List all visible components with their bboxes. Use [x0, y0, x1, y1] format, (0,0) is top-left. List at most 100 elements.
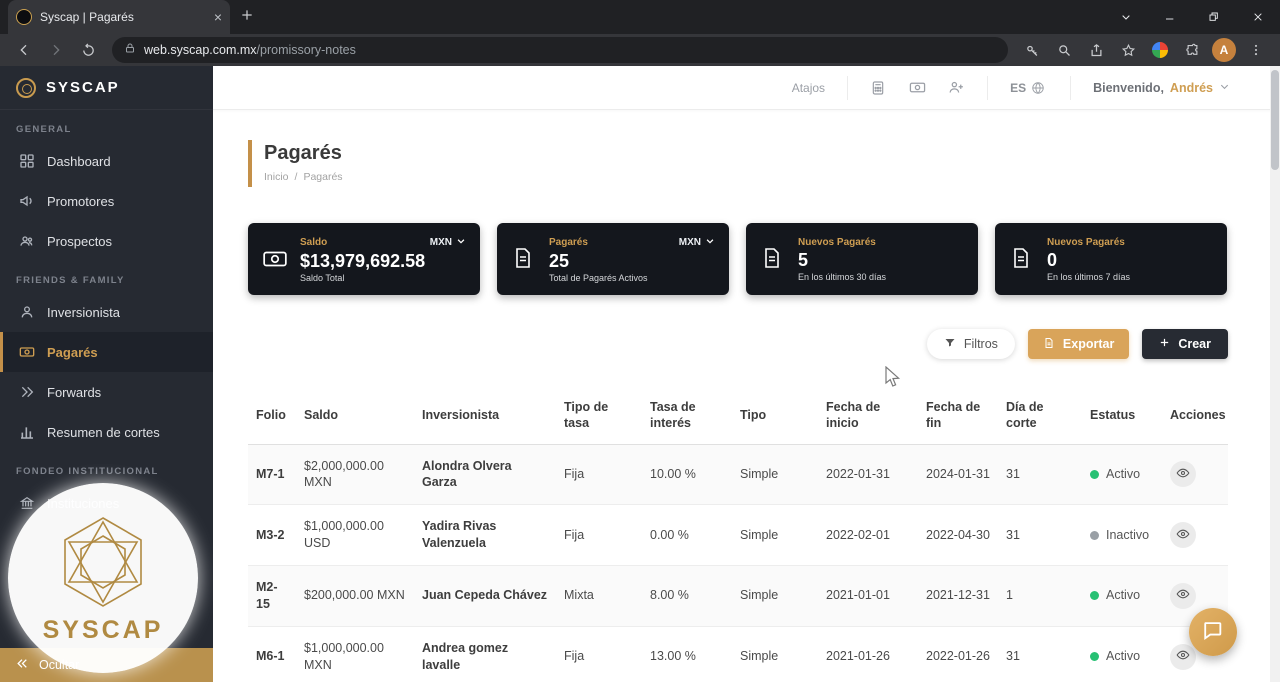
col-fecha-de-fin: Fecha de fin — [918, 387, 998, 445]
col-tipo-de-tasa: Tipo de tasa — [556, 387, 642, 445]
browser-tab[interactable]: Syscap | Pagarés × — [8, 0, 230, 34]
stat-card-saldo: Saldo MXN $13,979,692.58 Saldo Total — [248, 223, 480, 295]
sidebar-item-pagares[interactable]: Pagarés — [0, 332, 213, 372]
page-scrollbar[interactable] — [1270, 66, 1280, 682]
forward-icon[interactable] — [42, 37, 70, 63]
stat-sub: Total de Pagarés Activos — [549, 272, 648, 283]
stat-sub: Saldo Total — [300, 272, 345, 283]
col-tipo: Tipo — [732, 387, 818, 445]
url-bar[interactable]: web.syscap.com.mx/promissory-notes — [112, 37, 1008, 63]
restore-button[interactable] — [1192, 0, 1236, 34]
col-tasa-de-interes: Tasa de interés — [642, 387, 732, 445]
user-menu[interactable]: Bienvenido, Andrés — [1093, 81, 1230, 95]
stat-value: 25 — [549, 250, 570, 271]
view-row-button[interactable] — [1170, 461, 1196, 488]
currency-selector[interactable]: MXN — [430, 236, 466, 249]
chevron-down-icon — [705, 236, 715, 249]
banknote-icon — [19, 344, 36, 361]
url-text: web.syscap.com.mx/promissory-notes — [144, 43, 356, 57]
document-icon — [511, 246, 537, 272]
table-row: M6-1 $1,000,000.00 MXN Andrea gomez lava… — [248, 626, 1228, 682]
sidebar-item-forwards[interactable]: Forwards — [0, 372, 213, 412]
cash-shortcut-icon[interactable] — [909, 79, 926, 96]
tab-close-icon[interactable]: × — [214, 10, 222, 24]
view-row-button[interactable] — [1170, 582, 1196, 609]
create-button[interactable]: Crear — [1142, 329, 1228, 359]
sidebar: SYSCAP GENERAL Dashboard Promotores Pros… — [0, 66, 213, 682]
stat-cards: Saldo MXN $13,979,692.58 Saldo Total Pag… — [248, 223, 1228, 295]
filters-button[interactable]: Filtros — [926, 329, 1015, 359]
breadcrumb-current: Pagarés — [303, 171, 343, 183]
tab-search-chevron-icon[interactable] — [1104, 0, 1148, 34]
document-icon — [1009, 246, 1035, 272]
zoom-icon[interactable] — [1050, 37, 1078, 63]
bookmark-star-icon[interactable] — [1114, 37, 1142, 63]
eye-icon — [1176, 648, 1190, 665]
tab-title: Syscap | Pagarés — [40, 10, 134, 24]
calculator-icon[interactable] — [870, 79, 887, 96]
chat-fab-button[interactable] — [1189, 608, 1237, 656]
currency-selector[interactable]: MXN — [679, 236, 715, 249]
table-row: M7-1 $2,000,000.00 MXN Alondra Olvera Ga… — [248, 444, 1228, 506]
table-header-row: Folio Saldo Inversionista Tipo de tasa T… — [248, 387, 1228, 445]
col-estatus: Estatus — [1082, 387, 1162, 445]
add-user-icon[interactable] — [948, 79, 965, 96]
status-badge: Activo — [1090, 466, 1154, 483]
minimize-button[interactable] — [1148, 0, 1192, 34]
sidebar-brand: SYSCAP — [0, 66, 213, 110]
page-title-band: Pagarés Inicio / Pagarés — [248, 140, 1228, 187]
eye-icon — [1176, 527, 1190, 544]
sidebar-item-resumen-de-cortes[interactable]: Resumen de cortes — [0, 412, 213, 452]
share-icon[interactable] — [1082, 37, 1110, 63]
close-button[interactable] — [1236, 0, 1280, 34]
scrollbar-thumb[interactable] — [1271, 70, 1279, 170]
stat-sub: En los últimos 7 días — [1047, 271, 1131, 282]
forward-icon — [19, 384, 36, 401]
syscap-emblem-icon — [64, 516, 142, 607]
extension-colored-icon[interactable] — [1146, 37, 1174, 63]
stat-card-nuevos-7: Nuevos Pagarés 0 En los últimos 7 días — [995, 223, 1227, 295]
col-fecha-de-inicio: Fecha de inicio — [818, 387, 918, 445]
megaphone-icon — [19, 193, 36, 210]
table-row: M2-15 $200,000.00 MXN Juan Cepeda Chávez… — [248, 565, 1228, 627]
funnel-icon — [944, 337, 956, 352]
favicon — [16, 9, 32, 25]
user-icon — [19, 304, 36, 321]
page-content: Pagarés Inicio / Pagarés Saldo MXN $13,9… — [213, 140, 1280, 682]
globe-icon — [1031, 79, 1048, 96]
browser-menu-kebab-icon[interactable] — [1242, 37, 1270, 63]
password-key-icon[interactable] — [1018, 37, 1046, 63]
users-icon — [19, 233, 36, 250]
export-button[interactable]: Exportar — [1027, 329, 1130, 359]
extensions-puzzle-icon[interactable] — [1178, 37, 1206, 63]
screen: Syscap | Pagarés × web.syscap.com.mx/pro… — [0, 0, 1280, 682]
page-title: Pagarés — [264, 142, 342, 164]
status-badge: Activo — [1090, 587, 1154, 604]
main-area: Atajos ES Bienvenido, Andrés Pagarés Ini… — [213, 66, 1280, 682]
breadcrumb-home[interactable]: Inicio — [264, 171, 289, 183]
reload-icon[interactable] — [74, 37, 102, 63]
view-row-button[interactable] — [1170, 522, 1196, 549]
sidebar-item-inversionista[interactable]: Inversionista — [0, 292, 213, 332]
stat-value: $13,979,692.58 — [300, 250, 426, 271]
plus-icon — [1159, 337, 1170, 351]
sidebar-item-dashboard[interactable]: Dashboard — [0, 141, 213, 181]
sidebar-item-promotores[interactable]: Promotores — [0, 181, 213, 221]
site-info-lock-icon[interactable] — [124, 41, 136, 59]
profile-avatar[interactable]: A — [1210, 37, 1238, 63]
language-switcher[interactable]: ES — [1010, 79, 1048, 96]
stat-card-nuevos-30: Nuevos Pagarés 5 En los últimos 30 días — [746, 223, 978, 295]
table-actions: Filtros Exportar Crear — [248, 329, 1228, 359]
new-tab-button[interactable] — [240, 8, 254, 27]
status-badge: Inactivo — [1090, 527, 1154, 544]
stat-sub: En los últimos 30 días — [798, 271, 887, 282]
promissory-notes-table: Folio Saldo Inversionista Tipo de tasa T… — [248, 387, 1228, 682]
back-icon[interactable] — [10, 37, 38, 63]
stat-value: 5 — [798, 249, 809, 270]
col-acciones: Acciones — [1162, 387, 1228, 445]
view-row-button[interactable] — [1170, 643, 1196, 670]
brand-name: SYSCAP — [46, 79, 120, 96]
breadcrumb: Inicio / Pagarés — [264, 171, 343, 183]
table-row: M3-2 $1,000,000.00 USD Yadira Rivas Vale… — [248, 504, 1228, 566]
sidebar-item-prospectos[interactable]: Prospectos — [0, 221, 213, 261]
